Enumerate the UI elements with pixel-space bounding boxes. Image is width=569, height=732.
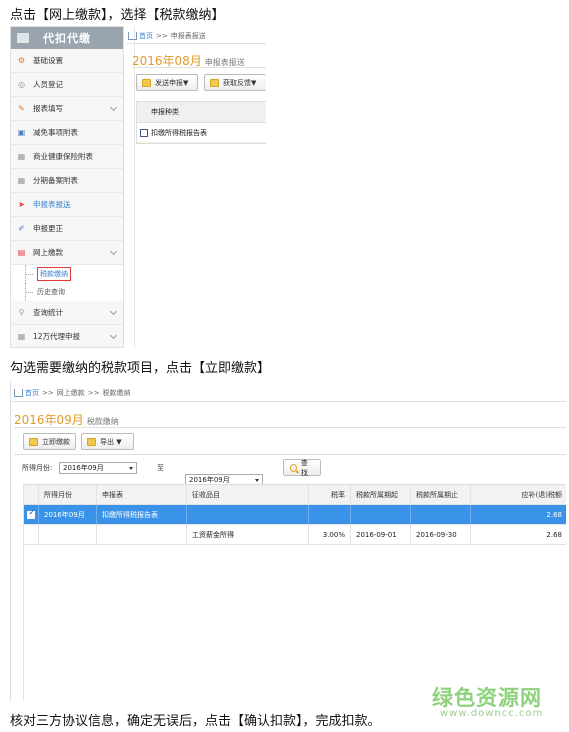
sidebar-item-person-register[interactable]: ◎ 人员登记 (11, 73, 123, 97)
period-label: 税款缴纳 (86, 417, 119, 426)
sidebar-item-report-fill[interactable]: ✎ 报表填写 (11, 97, 123, 121)
period-value: 2016年08月 (132, 54, 202, 68)
search-icon: ⚲ (18, 307, 25, 317)
period-value: 2016年09月 (14, 413, 84, 427)
table-header: 所得月份 申报表 征收品目 税率 税款所属期起 税款所属期止 应补(退)税额 (23, 484, 566, 505)
edit-icon: ✎ (18, 103, 25, 113)
tax-payment-screen: 首页 >> 网上缴款 >> 税款缴纳 2016年09月 税款缴纳 立即缴款 导出 … (10, 381, 566, 701)
step3-caption: 核对三方协议信息，确定无误后，点击【确认扣款】，完成扣款。 (10, 714, 381, 729)
breadcrumb-home[interactable]: 首页 (139, 31, 153, 41)
sidebar-subitem-history[interactable]: 历史查询 (11, 283, 123, 301)
column-header: 税率 (309, 485, 351, 504)
month-filter-label: 所得月份: (22, 464, 53, 472)
sidebar-subitem-tax-payment[interactable]: 税款缴纳 (11, 265, 123, 283)
step1-caption: 点击【网上缴款】，选择【税款缴纳】 (10, 8, 225, 23)
column-header: 税款所属期止 (411, 485, 471, 504)
export-icon (87, 437, 96, 446)
to-label: 至 (157, 464, 164, 472)
send-icon: ➤ (18, 199, 25, 209)
row-name: 扣缴所得税报告表 (151, 128, 207, 137)
table-row[interactable]: 工资薪金所得 3.00% 2016-09-01 2016-09-30 2.68 (23, 525, 566, 545)
page-title: 2016年09月 税款缴纳 (14, 411, 119, 428)
home-icon (128, 32, 137, 40)
home-icon (14, 389, 23, 397)
chevron-down-icon (109, 331, 118, 340)
breadcrumb-home[interactable]: 首页 (25, 388, 39, 398)
table-row[interactable]: 扣缴所得税报告表 (137, 123, 266, 143)
dropdown-caret-icon (255, 479, 259, 482)
grid-icon: ▦ (17, 175, 26, 185)
send-declaration-button[interactable]: 发送申报▼ (136, 74, 198, 91)
pay-icon (29, 437, 38, 446)
breadcrumb-current: 税款缴纳 (102, 389, 131, 397)
export-button[interactable]: 导出 ▼ (81, 433, 134, 450)
sidebar-item-exemption-schedule[interactable]: ▣ 减免事项附表 (11, 121, 123, 145)
pay-now-button[interactable]: 立即缴款 (23, 433, 76, 450)
chevron-down-icon (109, 307, 118, 316)
column-header: 应补(退)税额 (521, 490, 562, 499)
watermark-url: www.downcc.com (440, 708, 544, 719)
chevron-down-icon (109, 247, 118, 256)
table-header: 申报种类 (137, 102, 266, 123)
step2-caption: 勾选需要缴纳的税款项目，点击【立即缴款】 (10, 361, 271, 376)
pen-icon: ✐ (18, 223, 25, 233)
person-icon: ◎ (18, 79, 25, 89)
grid-icon: ▦ (17, 151, 26, 161)
sidebar-item-online-payment[interactable]: ▤ 网上缴款 (11, 241, 123, 265)
sidebar-header: 代扣代缴 (11, 27, 123, 49)
dropdown-caret-icon (129, 467, 133, 470)
search-icon (290, 463, 297, 472)
feedback-icon (210, 78, 219, 87)
column-header: 征收品目 (187, 485, 309, 504)
column-header: 所得月份 (39, 485, 97, 504)
column-header: 申报表 (97, 485, 187, 504)
sidebar-item-report-correct[interactable]: ✐ 申报更正 (11, 217, 123, 241)
gear-icon: ⚙ (17, 55, 26, 65)
sidebar-item-query-stats[interactable]: ⚲ 查询统计 (11, 301, 123, 325)
get-feedback-button[interactable]: 获取反馈▼ (204, 74, 266, 91)
search-button[interactable]: 查 找 (283, 459, 321, 477)
chevron-down-icon (109, 103, 118, 112)
row-checkbox[interactable] (140, 128, 148, 137)
send-icon (142, 78, 151, 87)
sidebar-item-health-insurance[interactable]: ▦ 商业健康保险附表 (11, 145, 123, 169)
document-icon: ▣ (17, 127, 26, 137)
divider (134, 26, 135, 348)
breadcrumb-online-payment[interactable]: 网上缴款 (57, 388, 85, 398)
sidebar-item-basic-settings[interactable]: ⚙ 基础设置 (11, 49, 123, 73)
sidebar: 代扣代缴 ⚙ 基础设置 ◎ 人员登记 ✎ 报表填写 ▣ 减免事项附表 ▦ 商业健… (10, 26, 124, 348)
sidebar-item-agent-report[interactable]: ▦ 12万代理申报 (11, 325, 123, 347)
sidebar-title: 代扣代缴 (43, 32, 91, 45)
breadcrumb-current: 申报表报送 (170, 32, 206, 40)
breadcrumb: 首页 >> 申报表报送 (128, 31, 206, 41)
month-from-select[interactable]: 2016年09月 (59, 462, 137, 474)
row-checkbox[interactable]: ✓ (26, 508, 35, 519)
sidebar-item-report-submit[interactable]: ➤ 申报表报送 (11, 193, 123, 217)
payment-icon: ▤ (17, 247, 26, 257)
period-label: 申报表报送 (204, 58, 245, 67)
breadcrumb: 首页 >> 网上缴款 >> 税款缴纳 (14, 388, 130, 398)
declaration-table: 申报种类 扣缴所得税报告表 (136, 101, 266, 144)
column-header: 税款所属期起 (351, 485, 411, 504)
tax-items-table: 所得月份 申报表 征收品目 税率 税款所属期起 税款所属期止 应补(退)税额 ✓… (23, 484, 566, 545)
sidebar-item-installment[interactable]: ▦ 分期备案附表 (11, 169, 123, 193)
grid-icon: ▦ (17, 331, 26, 341)
table-row[interactable]: ✓ 2016年09月 扣缴所得税报告表 2.68 (23, 505, 566, 525)
column-header: 申报种类 (151, 108, 179, 116)
